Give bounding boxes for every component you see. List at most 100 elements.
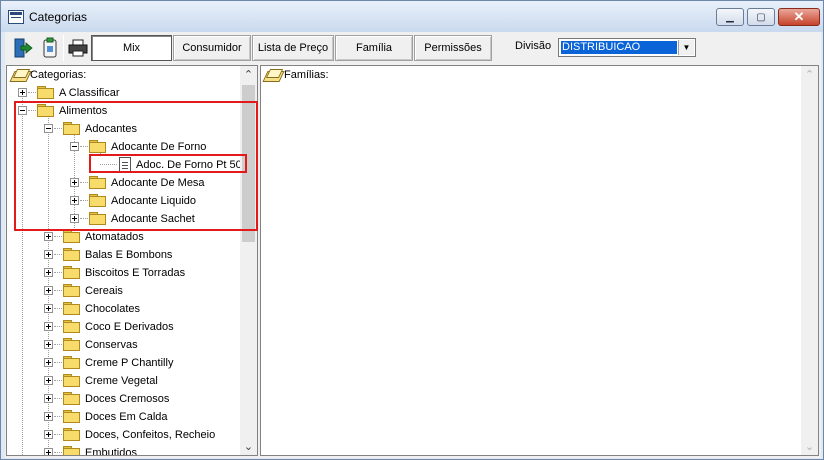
tab-consumidor[interactable]: Consumidor: [173, 35, 251, 61]
printer-icon[interactable]: [66, 35, 90, 61]
tree-item-label: Biscoitos E Torradas: [85, 267, 186, 279]
tree-item-creme-vegetal[interactable]: Creme Vegetal: [7, 372, 242, 390]
families-scrollbar[interactable]: ⌃ ⌄: [801, 66, 818, 455]
expand-icon[interactable]: [44, 340, 53, 349]
families-panel[interactable]: Famílias: ⌃ ⌄: [260, 65, 819, 456]
expand-icon[interactable]: [44, 448, 53, 455]
toolbar-separator: [63, 35, 64, 61]
categorias-window: Categorias ▁ ▢ ✕ Mix Consumidor Lista de…: [0, 0, 824, 460]
tree-item-label: Cereais: [85, 285, 123, 297]
tree-line: [54, 398, 62, 399]
tree-line: [54, 326, 62, 327]
expand-icon[interactable]: [44, 268, 53, 277]
divisao-label: Divisão: [515, 40, 552, 52]
expand-icon[interactable]: [44, 286, 53, 295]
tree-item-label: Conservas: [85, 339, 138, 351]
client-area: Mix Consumidor Lista de Preço Família Pe…: [5, 32, 821, 458]
highlight-box-selected-item: [89, 154, 247, 173]
toolbar: Mix Consumidor Lista de Preço Família Pe…: [5, 32, 821, 64]
tree-item-biscoitos-e-torradas[interactable]: Biscoitos E Torradas: [7, 264, 242, 282]
tree-item-label: Doces Cremosos: [85, 393, 170, 405]
tree-line: [28, 92, 36, 93]
tree-item-cereais[interactable]: Cereais: [7, 282, 242, 300]
expand-icon[interactable]: [44, 394, 53, 403]
expand-icon[interactable]: [44, 430, 53, 439]
window-icon: [8, 10, 24, 24]
scroll-up-icon[interactable]: ⌃: [801, 66, 818, 83]
tree-item-coco-e-derivados[interactable]: Coco E Derivados: [7, 318, 242, 336]
expand-icon[interactable]: [44, 232, 53, 241]
folder-icon: [63, 392, 80, 405]
folder-icon: [63, 338, 80, 351]
tree-line: [54, 272, 62, 273]
tree-item-creme-p-chantilly[interactable]: Creme P Chantilly: [7, 354, 242, 372]
tab-familia[interactable]: Família: [335, 35, 413, 61]
scroll-up-icon[interactable]: ⌃: [240, 66, 257, 83]
expand-icon[interactable]: [44, 322, 53, 331]
expand-icon[interactable]: [44, 412, 53, 421]
tree-root-label: Categorias:: [30, 69, 87, 81]
tree-line: [54, 452, 62, 453]
window-title: Categorias: [29, 10, 88, 24]
tab-lista-de-preco[interactable]: Lista de Preço: [252, 35, 334, 61]
folder-icon: [63, 446, 80, 455]
folder-icon: [37, 86, 54, 99]
tree-item-embutidos[interactable]: Embutidos: [7, 444, 242, 456]
title-bar[interactable]: Categorias ▁ ▢ ✕: [1, 1, 823, 32]
tree-line: [54, 380, 62, 381]
tree-item-label: Doces Em Calda: [85, 411, 168, 423]
folder-icon: [63, 248, 80, 261]
tree-item-doces-em-calda[interactable]: Doces Em Calda: [7, 408, 242, 426]
tree-item-label: Balas E Bombons: [85, 249, 173, 261]
tree-item-label: Embutidos: [85, 447, 137, 456]
tree-line: [54, 254, 62, 255]
folder-icon: [63, 266, 80, 279]
tree-item-doces-confeitos-recheio[interactable]: Doces, Confeitos, Recheio: [7, 426, 242, 444]
tree-item-conservas[interactable]: Conservas: [7, 336, 242, 354]
folder-icon: [63, 302, 80, 315]
tree-line: [54, 290, 62, 291]
close-button[interactable]: ✕: [778, 8, 820, 26]
expand-icon[interactable]: [44, 376, 53, 385]
tab-mix[interactable]: Mix: [91, 35, 172, 61]
minimize-button[interactable]: ▁: [716, 8, 744, 26]
divisao-select[interactable]: DISTRIBUICAO ▼: [558, 38, 696, 57]
divisao-selected-value: DISTRIBUICAO: [561, 41, 677, 54]
dropdown-arrow-icon[interactable]: ▼: [678, 40, 694, 55]
tree-item-balas-e-bombons[interactable]: Balas E Bombons: [7, 246, 242, 264]
tree-line: [54, 434, 62, 435]
maximize-button[interactable]: ▢: [747, 8, 775, 26]
scroll-down-icon[interactable]: ⌄: [801, 438, 818, 455]
maximize-icon: ▢: [756, 11, 766, 23]
tree-line: [54, 344, 62, 345]
tree-item-label: Creme P Chantilly: [85, 357, 174, 369]
tree-item-label: Coco E Derivados: [85, 321, 174, 333]
close-icon: ✕: [793, 9, 805, 24]
families-header-label: Famílias:: [284, 69, 329, 81]
tree-line: [54, 362, 62, 363]
clipboard-icon[interactable]: [38, 35, 62, 61]
expand-icon[interactable]: [44, 250, 53, 259]
tree-root[interactable]: Categorias:: [7, 66, 242, 84]
tree-line: [54, 236, 62, 237]
scroll-down-icon[interactable]: ⌄: [240, 438, 257, 455]
folder-icon: [63, 428, 80, 441]
tree-item-chocolates[interactable]: Chocolates: [7, 300, 242, 318]
tree-item-label: Creme Vegetal: [85, 375, 158, 387]
tree-line: [54, 308, 62, 309]
folder-icon: [63, 410, 80, 423]
expand-icon[interactable]: [18, 88, 27, 97]
book-icon: [11, 68, 28, 81]
tree-item-a-classificar[interactable]: A Classificar: [7, 84, 242, 102]
tree-item-label: Atomatados: [85, 231, 144, 243]
tree-item-doces-cremosos[interactable]: Doces Cremosos: [7, 390, 242, 408]
folder-icon: [63, 320, 80, 333]
tab-permissoes[interactable]: Permissões: [414, 35, 492, 61]
tree-item-label: Chocolates: [85, 303, 141, 315]
minimize-icon: ▁: [726, 11, 734, 23]
folder-icon: [63, 356, 80, 369]
expand-icon[interactable]: [44, 358, 53, 367]
exit-door-icon[interactable]: [11, 35, 35, 61]
families-header: Famílias:: [261, 66, 561, 84]
expand-icon[interactable]: [44, 304, 53, 313]
